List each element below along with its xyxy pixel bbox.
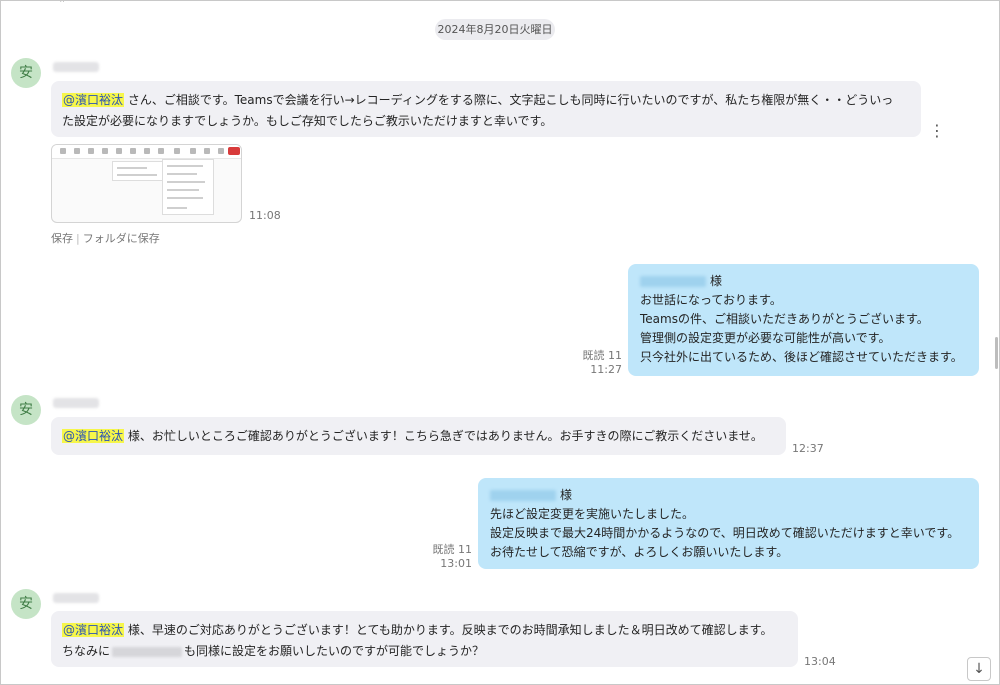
save-link[interactable]: 保存 <box>51 232 73 245</box>
message-bubble[interactable]: @濱口裕汰 さん、ご相談です。Teamsで会議を行い→レコーディングをする際に、… <box>51 81 921 137</box>
message-line: @濱口裕汰 様、早速のご対応ありがとうございます！とても助かります。反映までのお… <box>62 620 788 641</box>
top-fragment: ᵂ <box>59 0 66 8</box>
timestamp: 11:27 <box>590 363 622 376</box>
mention-tag[interactable]: @濱口裕汰 <box>62 93 125 107</box>
attachment-image[interactable] <box>51 144 242 223</box>
timestamp: 11:08 <box>249 209 281 222</box>
message-bubble[interactable]: 様 お世話になっております。 Teamsの件、ご相談いただきありがとうございます… <box>628 264 979 376</box>
save-to-folder-link[interactable]: フォルダに保存 <box>83 232 160 245</box>
message-line: 様 <box>490 486 965 505</box>
thumbnail-menu <box>112 161 164 181</box>
sender-name-redacted <box>53 62 99 72</box>
message-line: お世話になっております。 <box>640 293 782 307</box>
message-line: 設定反映まで最大24時間かかるようなので、明日改めて確認いただけますと幸いです。 <box>490 526 960 540</box>
recipient-name-redacted <box>490 490 556 501</box>
chat-pane: ᵂ 2024年8月20日火曜日 安 @濱口裕汰 さん、ご相談です。Teamsで会… <box>0 0 1000 685</box>
message-text: 様、早速のご対応ありがとうございます！とても助かります。反映までのお時間承知しま… <box>124 623 773 637</box>
message-text: ちなみに <box>62 644 111 658</box>
thumbnail-menu <box>162 159 214 215</box>
arrow-down-icon[interactable]: ↓ <box>967 657 991 681</box>
attachment-actions: 保存 | フォルダに保存 <box>51 230 160 246</box>
message-line: 管理側の設定変更が必要な可能性が高いです。 <box>640 331 891 345</box>
sender-name-redacted <box>53 398 99 408</box>
message-text: 様、お忙しいところご確認ありがとうございます！こちら急ぎではありません。お手すき… <box>124 429 763 443</box>
message-line: お待たせして恐縮ですが、よろしくお願いいたします。 <box>490 545 789 559</box>
message-line: た設定が必要になりますでしょうか。もしご存知でしたらご教示いただけますと幸いです… <box>62 114 553 128</box>
timestamp: 13:01 <box>440 557 472 570</box>
date-separator: 2024年8月20日火曜日 <box>435 19 555 40</box>
message-line: 只今社外に出ているため、後ほど確認させていただきます。 <box>640 350 963 364</box>
message-line: ちなみに も同様に設定をお願いしたいのですが可能でしょうか？ <box>62 641 788 662</box>
read-receipt: 既読 11 <box>432 543 473 556</box>
redacted-text <box>112 646 183 657</box>
message-line: 先ほど設定変更を実施いたしました。 <box>490 507 695 521</box>
message-text: さん、ご相談です。Teamsで会議を行い→レコーディングをする際に、文字起こしも… <box>124 93 894 107</box>
mention-tag[interactable]: @濱口裕汰 <box>62 623 125 637</box>
sender-name-redacted <box>53 593 99 603</box>
message-line: Teamsの件、ご相談いただきありがとうございます。 <box>640 312 929 326</box>
message-line: @濱口裕汰 さん、ご相談です。Teamsで会議を行い→レコーディングをする際に、… <box>62 90 911 111</box>
message-line: @濱口裕汰 様、お忙しいところご確認ありがとうございます！こちら急ぎではありませ… <box>62 426 776 447</box>
timestamp: 13:04 <box>804 655 836 668</box>
avatar[interactable]: 安 <box>11 58 41 88</box>
avatar[interactable]: 安 <box>11 589 41 619</box>
recipient-name-redacted <box>640 276 706 287</box>
message-line: 様 <box>640 272 965 291</box>
message-text: も同様に設定をお願いしたいのですが可能でしょうか？ <box>184 644 485 658</box>
separator: | <box>76 232 80 245</box>
message-bubble[interactable]: @濱口裕汰 様、早速のご対応ありがとうございます！とても助かります。反映までのお… <box>51 611 798 667</box>
mention-tag[interactable]: @濱口裕汰 <box>62 429 125 443</box>
thumbnail-toolbar <box>52 145 241 159</box>
message-bubble[interactable]: 様 先ほど設定変更を実施いたしました。 設定反映まで最大24時間かかるようなので… <box>478 478 979 569</box>
more-options-icon[interactable]: ⋮ <box>929 121 945 141</box>
honorific: 様 <box>560 488 573 502</box>
avatar[interactable]: 安 <box>11 395 41 425</box>
read-receipt: 既読 11 <box>582 349 623 362</box>
timestamp: 12:37 <box>792 442 824 455</box>
honorific: 様 <box>710 274 723 288</box>
scrollbar-thumb[interactable] <box>995 337 998 369</box>
message-bubble[interactable]: @濱口裕汰 様、お忙しいところご確認ありがとうございます！こちら急ぎではありませ… <box>51 417 786 455</box>
